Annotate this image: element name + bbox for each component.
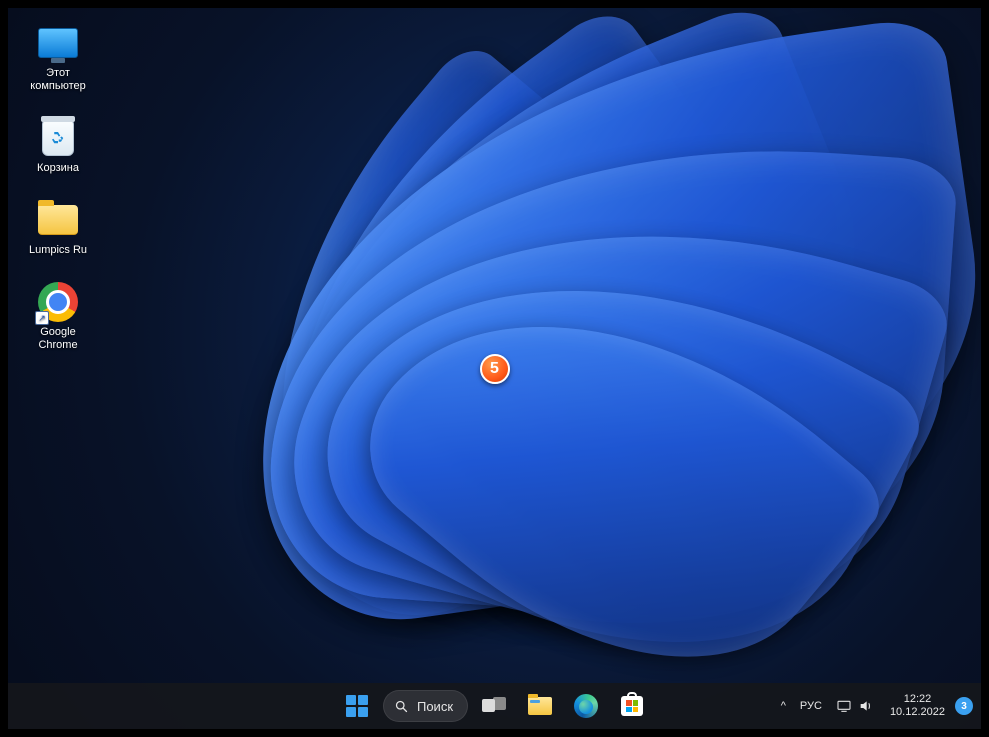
folder-icon xyxy=(37,199,79,241)
clock-date: 10.12.2022 xyxy=(890,706,945,719)
desktop[interactable]: Этот компьютер Корзина Lumpics Ru ↗ Goog… xyxy=(8,8,981,729)
volume-icon xyxy=(858,698,874,714)
desktop-icon-chrome[interactable]: ↗ Google Chrome xyxy=(22,279,94,354)
edge-button[interactable] xyxy=(566,686,606,726)
chrome-icon: ↗ xyxy=(37,281,79,323)
annotation-step-badge: 5 xyxy=(480,354,510,384)
notification-count: 3 xyxy=(961,701,967,712)
tray-overflow-button[interactable]: ^ xyxy=(775,688,792,724)
file-explorer-icon xyxy=(528,697,552,715)
microsoft-store-button[interactable] xyxy=(612,686,652,726)
desktop-icon-recycle-bin[interactable]: Корзина xyxy=(22,115,94,177)
search-button[interactable]: Поиск xyxy=(383,690,468,722)
icon-label: Google Chrome xyxy=(38,326,77,352)
network-sound-button[interactable] xyxy=(830,688,880,724)
clock-button[interactable]: 12:22 10.12.2022 xyxy=(882,688,953,724)
start-button[interactable] xyxy=(337,686,377,726)
icon-label: Lumpics Ru xyxy=(29,244,87,257)
edge-icon xyxy=(574,694,598,718)
recycle-bin-icon xyxy=(37,117,79,159)
desktop-icon-folder-lumpics[interactable]: Lumpics Ru xyxy=(22,197,94,259)
monitor-icon xyxy=(37,22,79,64)
chevron-up-icon: ^ xyxy=(781,700,786,712)
recycle-icon xyxy=(49,129,67,147)
microsoft-store-icon xyxy=(621,696,643,716)
task-view-button[interactable] xyxy=(474,686,514,726)
task-view-icon xyxy=(482,697,506,715)
taskbar-center: Поиск xyxy=(337,686,652,726)
search-icon xyxy=(394,699,409,714)
notification-center-button[interactable]: 3 xyxy=(955,688,975,724)
file-explorer-button[interactable] xyxy=(520,686,560,726)
icon-label: Корзина xyxy=(37,162,79,175)
desktop-icon-this-pc[interactable]: Этот компьютер xyxy=(22,20,94,95)
icon-label: Этот компьютер xyxy=(30,67,85,93)
taskbar: Поиск ^ РУС xyxy=(8,683,981,729)
search-label: Поиск xyxy=(417,699,453,714)
clock-time: 12:22 xyxy=(904,693,932,706)
system-tray: ^ РУС 12:22 10.12.2022 3 xyxy=(775,683,975,729)
language-indicator[interactable]: РУС xyxy=(794,688,828,724)
notification-badge: 3 xyxy=(955,697,973,715)
annotation-number: 5 xyxy=(490,360,499,378)
language-label: РУС xyxy=(800,700,822,712)
windows-logo-icon xyxy=(346,695,368,717)
network-icon xyxy=(836,698,852,714)
shortcut-arrow-icon: ↗ xyxy=(35,311,49,325)
desktop-icons: Этот компьютер Корзина Lumpics Ru ↗ Goog… xyxy=(22,20,94,354)
